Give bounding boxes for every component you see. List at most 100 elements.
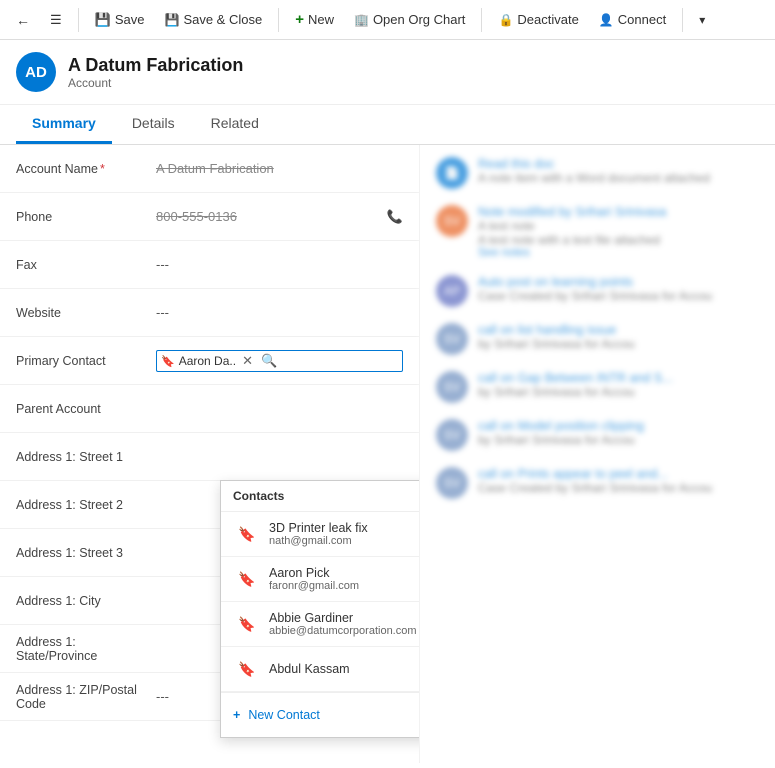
activity-content-3: Auto post on learning points Case Create… (478, 275, 759, 307)
contact-icon-2 (233, 565, 261, 593)
phone-text: 800-555-0136 (156, 209, 237, 224)
activity-avatar-4: SV (436, 323, 468, 355)
lookup-tag-icon (161, 353, 175, 368)
lookup-dropdown: Contacts Recent records 3D Printer leak … (220, 480, 420, 738)
separator-4 (682, 8, 683, 32)
activity-title-1: Read this doc (478, 157, 759, 171)
activity-avatar-5: SV (436, 371, 468, 403)
contact-name-1: 3D Printer leak fix (269, 521, 420, 535)
contact-info-1: 3D Printer leak fix nath@gmail.com (269, 521, 420, 547)
activity-desc-3: Case Created by Srihari Srinivasa for Ac… (478, 289, 759, 303)
activity-title-7: call on Prints appear to peel and... (478, 467, 759, 481)
connect-button[interactable]: Connect (591, 8, 674, 31)
tab-details[interactable]: Details (116, 105, 191, 144)
value-account-name: A Datum Fabrication (156, 161, 403, 176)
toolbar: Save Save & Close New Open Org Chart Dea… (0, 0, 775, 40)
activity-avatar-1: 📄 (436, 157, 468, 189)
activity-content-4: call on list handling issue by Srihari S… (478, 323, 759, 355)
save-button[interactable]: Save (87, 8, 153, 32)
contact-name-3: Abbie Gardiner (269, 611, 420, 625)
org-chart-button[interactable]: Open Org Chart (346, 8, 473, 31)
lookup-input-container[interactable]: Aaron Da.. ✕ 🔍 (156, 350, 403, 372)
activity-title-2: Note modified by Srihari Srinivasa (478, 205, 759, 219)
activity-title-3: Auto post on learning points (478, 275, 759, 289)
contact-info-2: Aaron Pick faronr@gmail.com (269, 566, 420, 592)
activity-link-2: See notes (478, 247, 759, 259)
activity-item-2: SV Note modified by Srihari Srinivasa A … (436, 205, 759, 259)
back-icon (16, 12, 30, 28)
contact-email-1: nath@gmail.com (269, 535, 420, 547)
activity-desc-4: by Srihari Srinivasa for Accou (478, 337, 759, 351)
back-button[interactable] (8, 8, 38, 32)
new-contact-label: New Contact (248, 708, 320, 722)
save-close-button[interactable]: Save & Close (156, 8, 270, 31)
activity-content-5: call on Gap Between INTR and S... by Sri… (478, 371, 759, 403)
tab-summary[interactable]: Summary (16, 105, 112, 144)
field-fax: Fax --- (0, 241, 419, 289)
field-phone: Phone 800-555-0136 (0, 193, 419, 241)
record-header: AD A Datum Fabrication Account (0, 40, 775, 105)
separator-1 (78, 8, 79, 32)
value-website: --- (156, 305, 403, 320)
activity-desc-7: Case Created by Srihari Srinivasa for Ac… (478, 481, 759, 495)
contact-icon-3 (233, 610, 261, 638)
field-primary-contact: Primary Contact Aaron Da.. ✕ 🔍 (0, 337, 419, 385)
activity-content-7: call on Prints appear to peel and... Cas… (478, 467, 759, 499)
contact-email-2: faronr@gmail.com (269, 580, 420, 592)
dropdown-contact-3[interactable]: Abbie Gardiner abbie@datumcorporation.co… (221, 602, 420, 647)
deactivate-icon (498, 12, 513, 27)
contact-icon-1 (233, 520, 261, 548)
label-address-street-1: Address 1: Street 1 (16, 450, 156, 464)
contact-name-4: Abdul Kassam (269, 662, 420, 676)
activity-title-5: call on Gap Between INTR and S... (478, 371, 759, 385)
contact-info-3: Abbie Gardiner abbie@datumcorporation.co… (269, 611, 420, 637)
activity-desc-5: by Srihari Srinivasa for Accou (478, 385, 759, 399)
field-address-street-1: Address 1: Street 1 (0, 433, 419, 481)
deactivate-button[interactable]: Deactivate (490, 8, 586, 31)
form-panel: Account Name* A Datum Fabrication Phone … (0, 145, 420, 763)
avatar: AD (16, 52, 56, 92)
dropdown-header: Contacts Recent records (221, 481, 420, 512)
list-icon (50, 12, 62, 28)
label-address-street-2: Address 1: Street 2 (16, 498, 156, 512)
dropdown-contact-4[interactable]: Abdul Kassam (221, 647, 420, 692)
activity-item-6: SV call on Model position clipping by Sr… (436, 419, 759, 451)
activity-title-6: call on Model position clipping (478, 419, 759, 433)
activity-item-5: SV call on Gap Between INTR and S... by … (436, 371, 759, 403)
connect-label: Connect (618, 12, 666, 27)
lookup-clear-button[interactable]: ✕ (240, 353, 255, 369)
lookup-search-button[interactable]: 🔍 (259, 353, 279, 369)
save-label: Save (115, 12, 145, 27)
separator-2 (278, 8, 279, 32)
field-account-name: Account Name* A Datum Fabrication (0, 145, 419, 193)
more-button[interactable] (691, 8, 713, 31)
label-phone: Phone (16, 210, 156, 224)
activity-item-7: SV call on Prints appear to peel and... … (436, 467, 759, 499)
new-contact-button[interactable]: New Contact (233, 708, 320, 722)
contact-email-3: abbie@datumcorporation.com (269, 625, 420, 637)
activity-item-1: 📄 Read this doc A note item with a Word … (436, 157, 759, 189)
contact-icon-4 (233, 655, 261, 683)
activity-item-4: SV call on list handling issue by Srihar… (436, 323, 759, 355)
new-label: New (308, 12, 334, 27)
phone-icon (387, 209, 403, 225)
tab-related[interactable]: Related (195, 105, 275, 144)
save-icon (95, 12, 111, 28)
new-button[interactable]: New (287, 7, 342, 32)
activity-desc-2: A test noteA test note with a text file … (478, 219, 759, 247)
dropdown-contact-2[interactable]: Aaron Pick faronr@gmail.com (221, 557, 420, 602)
activity-content-2: Note modified by Srihari Srinivasa A tes… (478, 205, 759, 259)
dropdown-contact-1[interactable]: 3D Printer leak fix nath@gmail.com (221, 512, 420, 557)
activity-avatar-2: SV (436, 205, 468, 237)
more-icon (699, 12, 705, 27)
label-address-state: Address 1: State/Province (16, 635, 156, 663)
save-close-label: Save & Close (183, 12, 262, 27)
label-account-name: Account Name* (16, 162, 156, 176)
saveclose-icon (164, 12, 179, 27)
activity-desc-6: by Srihari Srinivasa for Accou (478, 433, 759, 447)
contact-info-4: Abdul Kassam (269, 662, 420, 676)
list-button[interactable] (42, 8, 70, 32)
activity-avatar-7: SV (436, 467, 468, 499)
activity-avatar-3: AP (436, 275, 468, 307)
activity-item-3: AP Auto post on learning points Case Cre… (436, 275, 759, 307)
